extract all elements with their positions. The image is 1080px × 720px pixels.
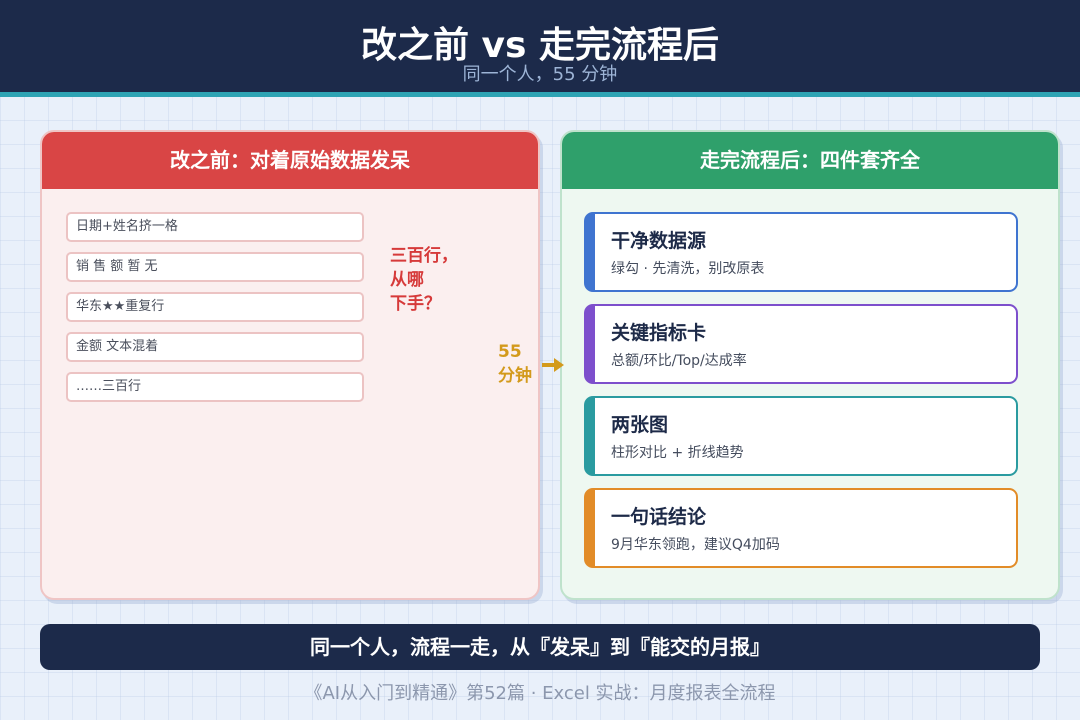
time-label-line: 55 bbox=[498, 342, 522, 362]
raw-data-row: 华东★★重复行 bbox=[66, 292, 364, 322]
card-description: 9月华东领跑，建议Q4加码 bbox=[611, 537, 780, 553]
after-panel-heading: 走完流程后：四件套齐全 bbox=[562, 132, 1058, 189]
deliverable-card-conclusion: 一句话结论 9月华东领跑，建议Q4加码 bbox=[584, 488, 1018, 568]
raw-data-row: ……三百行 bbox=[66, 372, 364, 402]
deliverable-card-charts: 两张图 柱形对比 + 折线趋势 bbox=[584, 396, 1018, 476]
deliverable-card-kpi: 关键指标卡 总额/环比/Top/达成率 bbox=[584, 304, 1018, 384]
time-label-line: 分钟 bbox=[498, 366, 532, 386]
confused-note-line: 三百行， bbox=[390, 246, 458, 266]
page-title: 改之前 vs 走完流程后 bbox=[361, 25, 719, 66]
after-panel: 走完流程后：四件套齐全 干净数据源 绿勾 · 先清洗，别改原表 关键指标卡 总额… bbox=[560, 130, 1060, 600]
before-panel-heading: 改之前：对着原始数据发呆 bbox=[42, 132, 538, 189]
header-bar: 改之前 vs 走完流程后 同一个人，55 分钟 bbox=[0, 0, 1080, 92]
card-description: 总额/环比/Top/达成率 bbox=[611, 353, 747, 369]
card-title: 一句话结论 bbox=[611, 506, 707, 528]
time-label: 55 分钟 bbox=[498, 340, 544, 388]
raw-data-row: 金额 文本混着 bbox=[66, 332, 364, 362]
confused-note: 三百行， 从哪 下手？ bbox=[390, 244, 480, 316]
raw-data-row: 销 售 额 暂 无 bbox=[66, 252, 364, 282]
confused-note-line: 从哪 bbox=[390, 270, 424, 290]
card-title: 两张图 bbox=[611, 414, 669, 436]
deliverable-card-clean-data: 干净数据源 绿勾 · 先清洗，别改原表 bbox=[584, 212, 1018, 292]
header-accent-stripe bbox=[0, 92, 1080, 97]
card-description: 柱形对比 + 折线趋势 bbox=[611, 445, 744, 461]
arrow-right-icon bbox=[542, 358, 564, 372]
before-panel: 改之前：对着原始数据发呆 日期+姓名挤一格 销 售 额 暂 无 华东★★重复行 … bbox=[40, 130, 540, 600]
page-subtitle: 同一个人，55 分钟 bbox=[462, 64, 618, 85]
confused-note-line: 下手？ bbox=[390, 294, 441, 314]
summary-banner: 同一个人，流程一走，从『发呆』到『能交的月报』 bbox=[40, 624, 1040, 670]
card-description: 绿勾 · 先清洗，别改原表 bbox=[611, 261, 765, 277]
series-caption: 《AI从入门到精通》第52篇 · Excel 实战：月度报表全流程 bbox=[304, 683, 776, 704]
card-title: 干净数据源 bbox=[611, 230, 707, 252]
raw-data-row: 日期+姓名挤一格 bbox=[66, 212, 364, 242]
card-title: 关键指标卡 bbox=[611, 322, 707, 344]
